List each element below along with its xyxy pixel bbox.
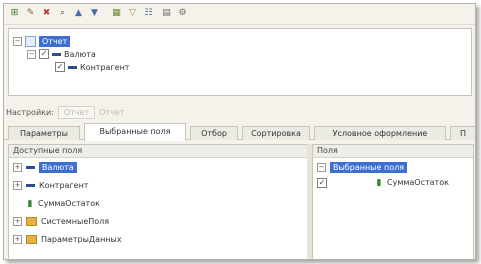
settings-option-report[interactable]: Отчет — [57, 105, 96, 119]
collapse-toggle-icon[interactable]: − — [27, 49, 36, 59]
selected-group-row[interactable]: − Выбранные поля — [317, 161, 408, 174]
tab-filter[interactable]: Отбор — [190, 126, 238, 140]
currency-checkbox[interactable]: ✓ — [39, 49, 49, 59]
dash-icon — [68, 65, 77, 69]
available-fields-header: Доступные поля — [9, 145, 307, 158]
available-field-item[interactable]: + Валюта — [13, 161, 77, 174]
settings-window: ⊞ ✎ ✖ ⌕ ▲ ▼ ▦ ▽ ☷ ▤ ⚙ − Отчет − ✓ Валюта… — [3, 3, 476, 260]
selected-fields-header: Поля — [313, 145, 473, 158]
selected-fields-pane: Поля − Выбранные поля ✓ ▮ СуммаОстаток — [312, 144, 474, 259]
expand-toggle-icon[interactable]: + — [13, 235, 22, 244]
report-icon — [25, 35, 36, 47]
tree-node-root[interactable]: − Отчет — [13, 35, 71, 47]
toolbar: ⊞ ✎ ✖ ⌕ ▲ ▼ ▦ ▽ ☷ ▤ ⚙ — [4, 4, 475, 25]
tab-more[interactable]: П — [450, 126, 475, 140]
settings-selector: Настройки: Отчет Отчет — [6, 105, 124, 119]
numeric-field-icon: ▮ — [376, 177, 382, 188]
tree-node-counterparty-label: Контрагент — [80, 62, 130, 72]
filter-icon[interactable]: ▽ — [126, 7, 139, 20]
numeric-field-icon: ▮ — [27, 198, 33, 209]
available-field-item[interactable]: + ПараметрыДанных — [13, 233, 122, 246]
settings-label: Настройки: — [6, 107, 54, 117]
tab-conditional-formatting[interactable]: Условное оформление — [314, 126, 446, 140]
selected-field-label: СуммаОстаток — [387, 178, 449, 187]
settings-option-report-alt[interactable]: Отчет — [99, 108, 124, 117]
tree-node-currency-label: Валюта — [64, 49, 96, 59]
collapse-toggle-icon[interactable]: − — [13, 36, 22, 46]
tree-view-icon[interactable]: ☷ — [142, 7, 155, 20]
counterparty-checkbox[interactable]: ✓ — [55, 62, 65, 72]
collapse-toggle-icon[interactable]: − — [317, 163, 326, 172]
dash-icon — [26, 166, 35, 169]
expand-toggle-icon[interactable]: + — [13, 217, 22, 226]
available-field-label: ПараметрыДанных — [41, 235, 122, 244]
tree-node-root-label: Отчет — [39, 35, 71, 47]
table-view-icon[interactable]: ▤ — [160, 7, 173, 20]
group-icon[interactable]: ▦ — [110, 7, 123, 20]
tab-parameters[interactable]: Параметры — [8, 126, 80, 140]
report-structure-tree: − Отчет − ✓ Валюта ✓ Контрагент — [8, 28, 472, 96]
folder-icon — [26, 235, 37, 244]
available-field-label: Контрагент — [39, 181, 89, 190]
available-field-item[interactable]: ▮ СуммаОстаток — [13, 197, 100, 210]
tree-node-currency[interactable]: − ✓ Валюта — [27, 48, 96, 60]
expand-toggle-icon[interactable]: + — [13, 181, 22, 190]
dash-icon — [52, 52, 61, 56]
selected-field-checkbox[interactable]: ✓ — [317, 177, 327, 188]
settings-tabs: Параметры Выбранные поля Отбор Сортировк… — [4, 122, 475, 141]
settings-icon[interactable]: ⚙ — [176, 7, 189, 20]
available-fields-pane: Доступные поля + Валюта + Контрагент ▮ С… — [8, 144, 308, 259]
available-field-label: СистемныеПоля — [41, 217, 110, 226]
tab-selected-fields[interactable]: Выбранные поля — [84, 123, 186, 141]
selected-group-label: Выбранные поля — [330, 162, 408, 173]
selected-field-row[interactable]: ✓ ▮ СуммаОстаток — [317, 176, 467, 189]
available-field-item[interactable]: + СистемныеПоля — [13, 215, 109, 228]
tree-node-counterparty[interactable]: ✓ Контрагент — [55, 61, 129, 73]
add-structure-icon[interactable]: ⊞ — [8, 7, 21, 20]
available-field-label: СуммаОстаток — [38, 199, 100, 208]
expand-toggle-icon[interactable]: + — [13, 163, 22, 172]
move-down-icon[interactable]: ▼ — [88, 7, 101, 20]
available-field-label: Валюта — [39, 162, 77, 173]
available-field-item[interactable]: + Контрагент — [13, 179, 88, 192]
tab-sorting[interactable]: Сортировка — [242, 126, 310, 140]
delete-icon[interactable]: ✖ — [40, 7, 53, 20]
find-icon[interactable]: ⌕ — [56, 7, 69, 20]
dash-icon — [26, 184, 35, 187]
folder-icon — [26, 217, 37, 226]
move-up-icon[interactable]: ▲ — [72, 7, 85, 20]
edit-pencil-icon[interactable]: ✎ — [24, 7, 37, 20]
